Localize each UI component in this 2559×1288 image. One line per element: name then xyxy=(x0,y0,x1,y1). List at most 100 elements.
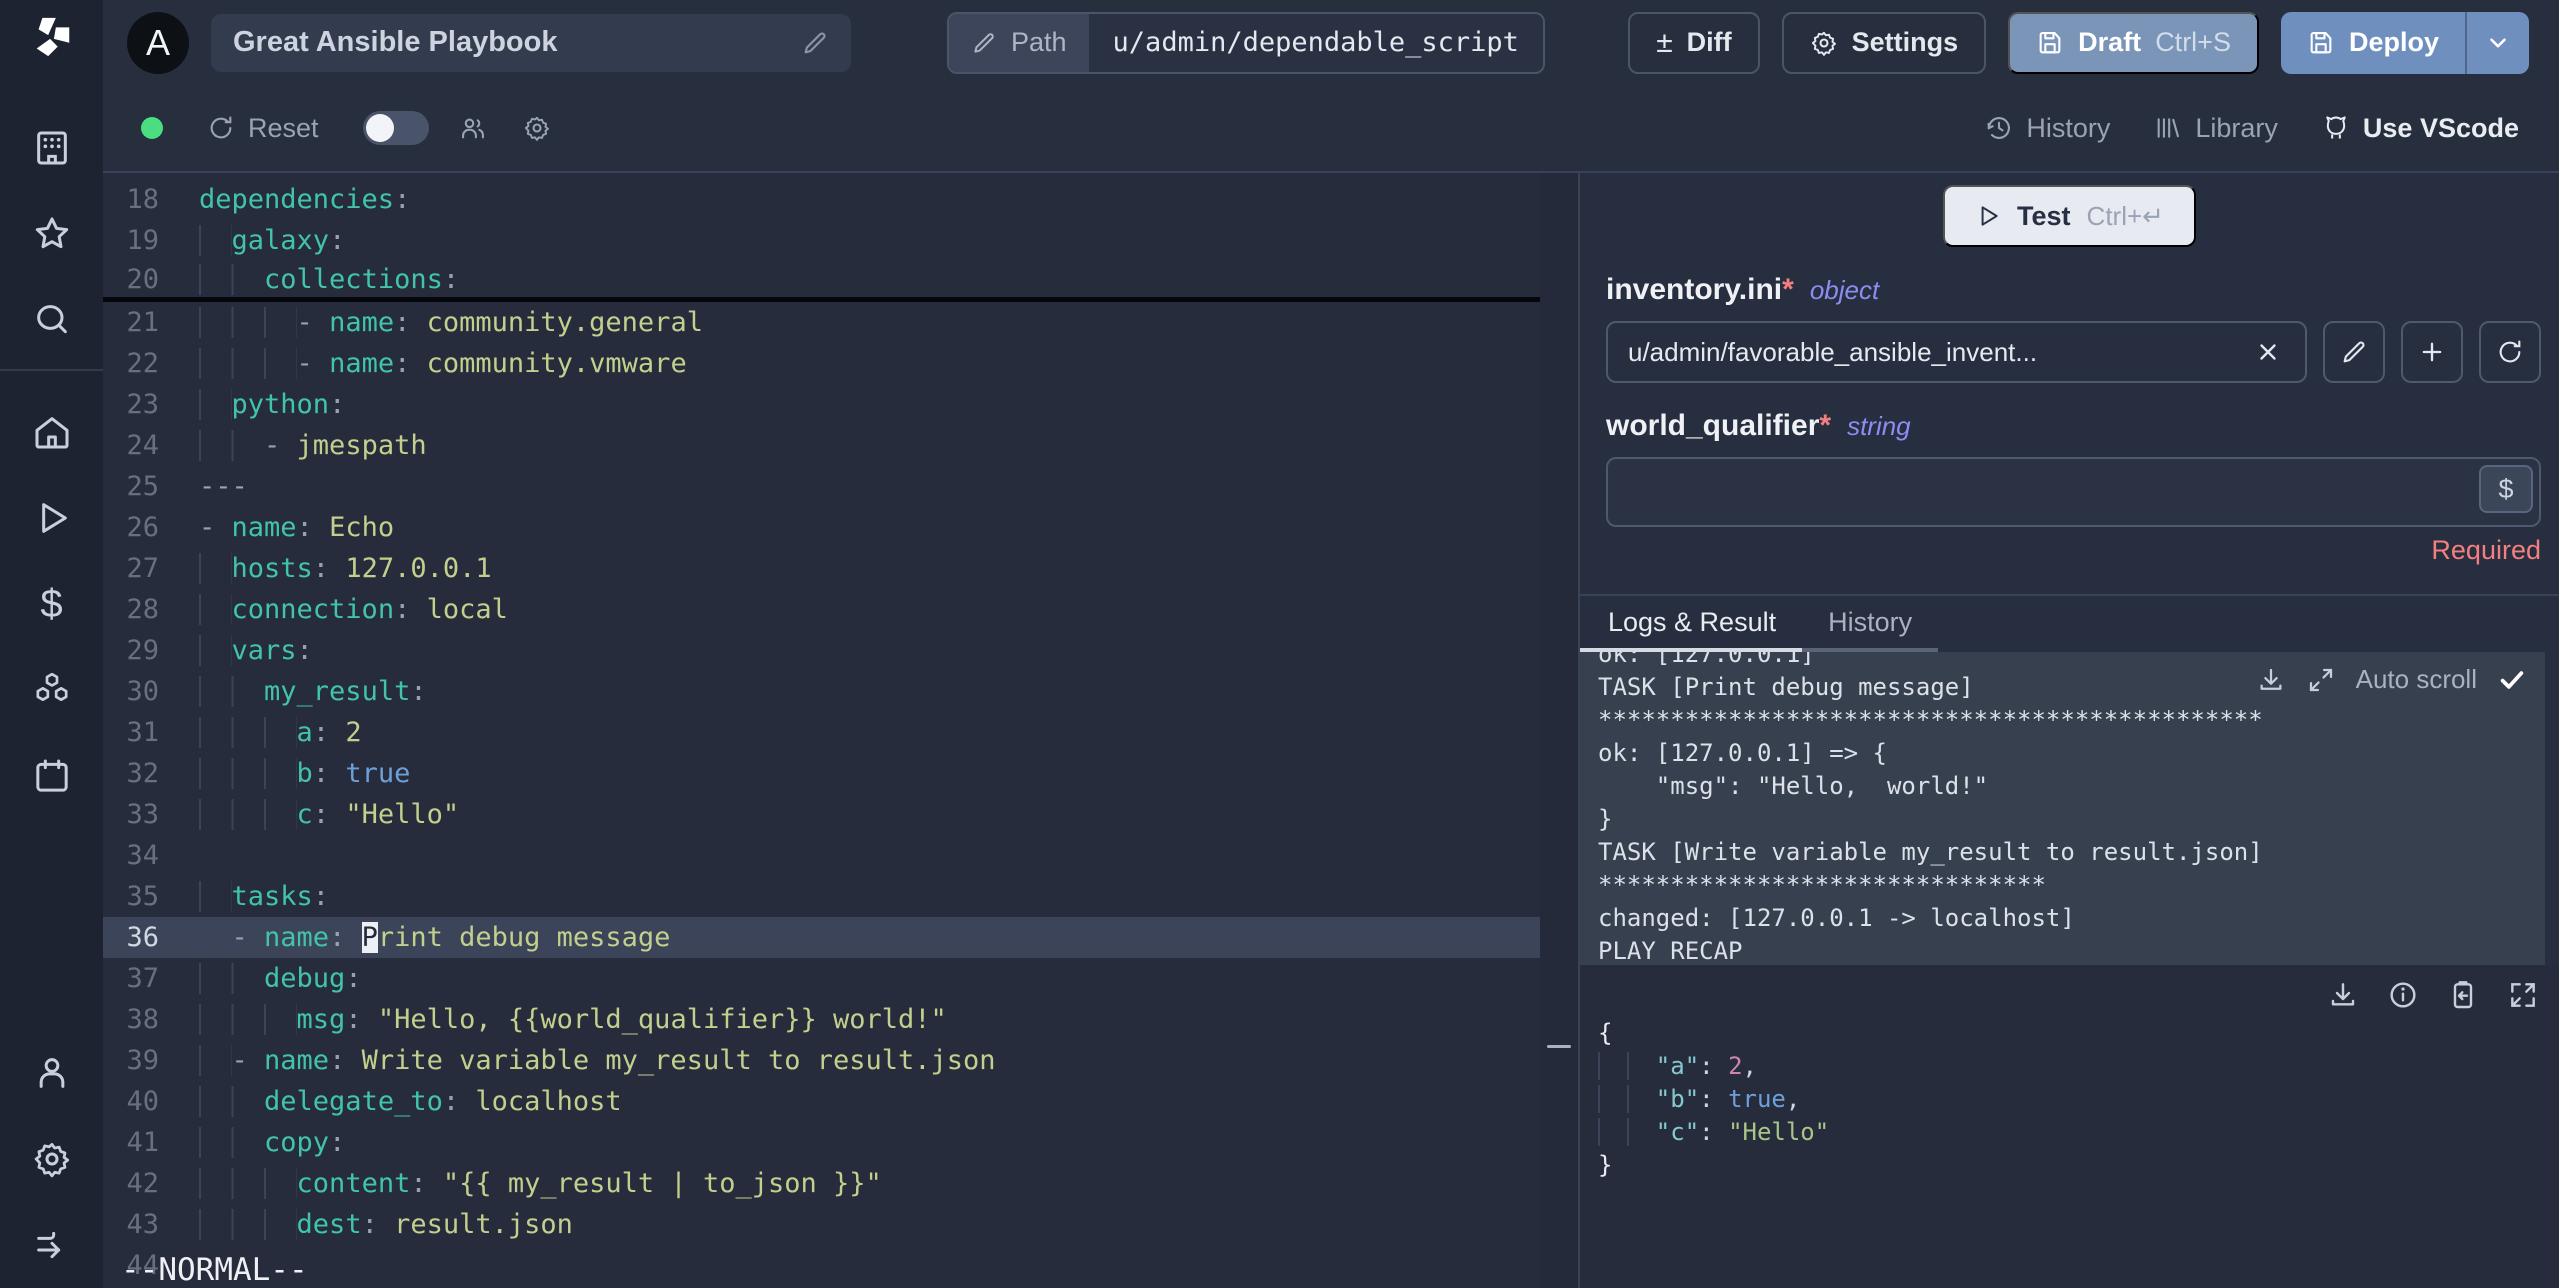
app-window: $ A Great Ansible Playbook Path u/admin/… xyxy=(0,0,2559,1288)
code-line-33[interactable]: 33 c: "Hello" xyxy=(103,794,1540,835)
line-content: - name: Print debug message xyxy=(199,922,670,953)
info-icon[interactable] xyxy=(2387,979,2419,1011)
edit-resource-button[interactable] xyxy=(2323,321,2385,383)
log-line: PLAY RECAP xyxy=(1598,937,1743,965)
code-line-37[interactable]: 37 debug: xyxy=(103,958,1540,999)
code-line-41[interactable]: 41 copy: xyxy=(103,1122,1540,1163)
variable-picker-button[interactable]: $ xyxy=(2479,465,2533,513)
code-line-23[interactable]: 23 python: xyxy=(103,384,1540,425)
library-button[interactable]: Library xyxy=(2154,113,2278,144)
sidebar-item-home[interactable] xyxy=(0,389,103,475)
settings-button[interactable]: Settings xyxy=(1781,11,1987,74)
log-line: ******************************* xyxy=(1598,871,2046,899)
play-icon xyxy=(1981,206,1998,226)
code-line-43[interactable]: 43 dest: result.json xyxy=(103,1204,1540,1245)
code-line-22[interactable]: 22 - name: community.vmware xyxy=(103,343,1540,384)
logout-icon xyxy=(36,1231,60,1259)
test-shortcut: Ctrl+↵ xyxy=(2086,200,2164,231)
code-line-29[interactable]: 29 vars: xyxy=(103,630,1540,671)
check-icon[interactable] xyxy=(2497,665,2527,695)
code-line-44[interactable]: 44 xyxy=(103,1245,1540,1286)
expand-icon[interactable] xyxy=(2306,665,2336,695)
diff-mode-toggle[interactable] xyxy=(362,111,429,145)
windmill-logo-icon[interactable] xyxy=(29,14,75,65)
editor-settings-button[interactable] xyxy=(523,114,551,142)
code-line-21[interactable]: 21 - name: community.general xyxy=(103,302,1540,343)
deploy-button[interactable]: Deploy xyxy=(2280,11,2529,74)
draft-button[interactable]: Draft Ctrl+S xyxy=(2008,11,2259,74)
code-line-42[interactable]: 42 content: "{{ my_result | to_json }}" xyxy=(103,1163,1540,1204)
path-field[interactable]: Path u/admin/dependable_script xyxy=(947,11,1545,74)
test-button[interactable]: Test Ctrl+↵ xyxy=(1943,185,2196,247)
download-icon[interactable] xyxy=(2256,665,2286,695)
fullscreen-icon[interactable] xyxy=(2507,979,2539,1011)
diff-button[interactable]: ± Diff xyxy=(1628,11,1760,74)
line-content: msg: "Hello, {{world_qualifier}} world!" xyxy=(199,1004,947,1035)
sidebar-item-workspace[interactable] xyxy=(0,105,103,191)
sidebar-item-search[interactable] xyxy=(0,277,103,363)
sidebar-item-logout[interactable] xyxy=(0,1202,103,1288)
code-line-31[interactable]: 31 a: 2 xyxy=(103,712,1540,753)
search-icon xyxy=(36,305,67,334)
line-number: 28 xyxy=(126,594,159,625)
sidebar-item-resources[interactable] xyxy=(0,647,103,733)
sidebar-item-favorites[interactable] xyxy=(0,191,103,277)
code-line-27[interactable]: 27 hosts: 127.0.0.1 xyxy=(103,548,1540,589)
download-icon[interactable] xyxy=(2327,979,2359,1011)
code-line-32[interactable]: 32 b: true xyxy=(103,753,1540,794)
sidebar-item-settings[interactable] xyxy=(0,1116,103,1202)
gear-icon xyxy=(524,116,549,141)
code-line-26[interactable]: 26 - name: Echo xyxy=(103,507,1540,548)
reset-button[interactable]: Reset xyxy=(207,113,319,144)
collaborators-button[interactable] xyxy=(459,114,487,142)
log-line: } xyxy=(1598,805,1613,833)
code-line-25[interactable]: 25 --- xyxy=(103,466,1540,507)
tab-history[interactable]: History xyxy=(1802,596,1939,652)
code-line-19[interactable]: 19 galaxy: xyxy=(103,220,1540,261)
sidebar-item-variables[interactable]: $ xyxy=(0,561,103,647)
tab-logs-result[interactable]: Logs & Result xyxy=(1580,596,1803,652)
log-area[interactable]: ok: [127.0.0.1] TASK [Print debug message… xyxy=(1580,652,2545,965)
history-button[interactable]: History xyxy=(1985,113,2110,144)
use-vscode-button[interactable]: Use VScode xyxy=(2322,113,2519,144)
line-number: 21 xyxy=(126,307,159,338)
code-line-34[interactable]: 34 xyxy=(103,835,1540,876)
code-line-18[interactable]: 18 dependencies: xyxy=(103,179,1540,220)
deploy-label: Deploy xyxy=(2348,27,2439,57)
copy-clipboard-icon[interactable] xyxy=(2447,979,2479,1011)
sidebar-item-account[interactable] xyxy=(0,1030,103,1116)
history-label: History xyxy=(2026,112,2111,143)
script-title-field[interactable]: Great Ansible Playbook xyxy=(211,13,851,72)
field-type: string xyxy=(1847,411,1911,441)
add-resource-button[interactable] xyxy=(2401,321,2463,383)
splitter-handle-icon[interactable] xyxy=(1547,1045,1571,1048)
code-editor[interactable]: 18 dependencies: 19 galaxy: 20 collections:… xyxy=(103,173,1540,1288)
diff-label: Diff xyxy=(1686,27,1732,57)
code-line-40[interactable]: 40 delegate_to: localhost xyxy=(103,1081,1540,1122)
code-line-35[interactable]: 35 tasks: xyxy=(103,876,1540,917)
code-line-36[interactable]: 36 - name: Print debug message xyxy=(103,917,1540,958)
line-number: 23 xyxy=(126,389,159,420)
code-line-24[interactable]: 24 - jmespath xyxy=(103,425,1540,466)
inventory-resource-input[interactable]: u/admin/favorable_ansible_invent... xyxy=(1606,321,2307,383)
code-line-39[interactable]: 39 - name: Write variable my_result to r… xyxy=(103,1040,1540,1081)
sidebar-item-schedules[interactable] xyxy=(0,733,103,819)
line-number: 37 xyxy=(126,963,159,994)
code-line-30[interactable]: 30 my_result: xyxy=(103,671,1540,712)
panel-splitter[interactable] xyxy=(1540,173,1578,1288)
result-json-line: "a": 2, xyxy=(1598,1050,2559,1083)
deploy-dropdown-button[interactable] xyxy=(2467,12,2529,74)
code-line-28[interactable]: 28 connection: local xyxy=(103,589,1540,630)
use-vscode-label: Use VScode xyxy=(2362,112,2519,143)
refresh-resource-button[interactable] xyxy=(2479,321,2541,383)
code-line-20[interactable]: 20 collections: xyxy=(103,261,1540,302)
clear-resource-button[interactable] xyxy=(2251,335,2285,369)
line-number: 19 xyxy=(126,225,159,256)
line-content: c: "Hello" xyxy=(199,799,459,830)
star-icon xyxy=(35,217,68,249)
reset-label: Reset xyxy=(248,112,319,143)
world-qualifier-input[interactable]: $ xyxy=(1606,457,2541,527)
sidebar-item-runs[interactable] xyxy=(0,475,103,561)
code-line-38[interactable]: 38 msg: "Hello, {{world_qualifier}} worl… xyxy=(103,999,1540,1040)
pencil-icon[interactable] xyxy=(801,29,829,57)
